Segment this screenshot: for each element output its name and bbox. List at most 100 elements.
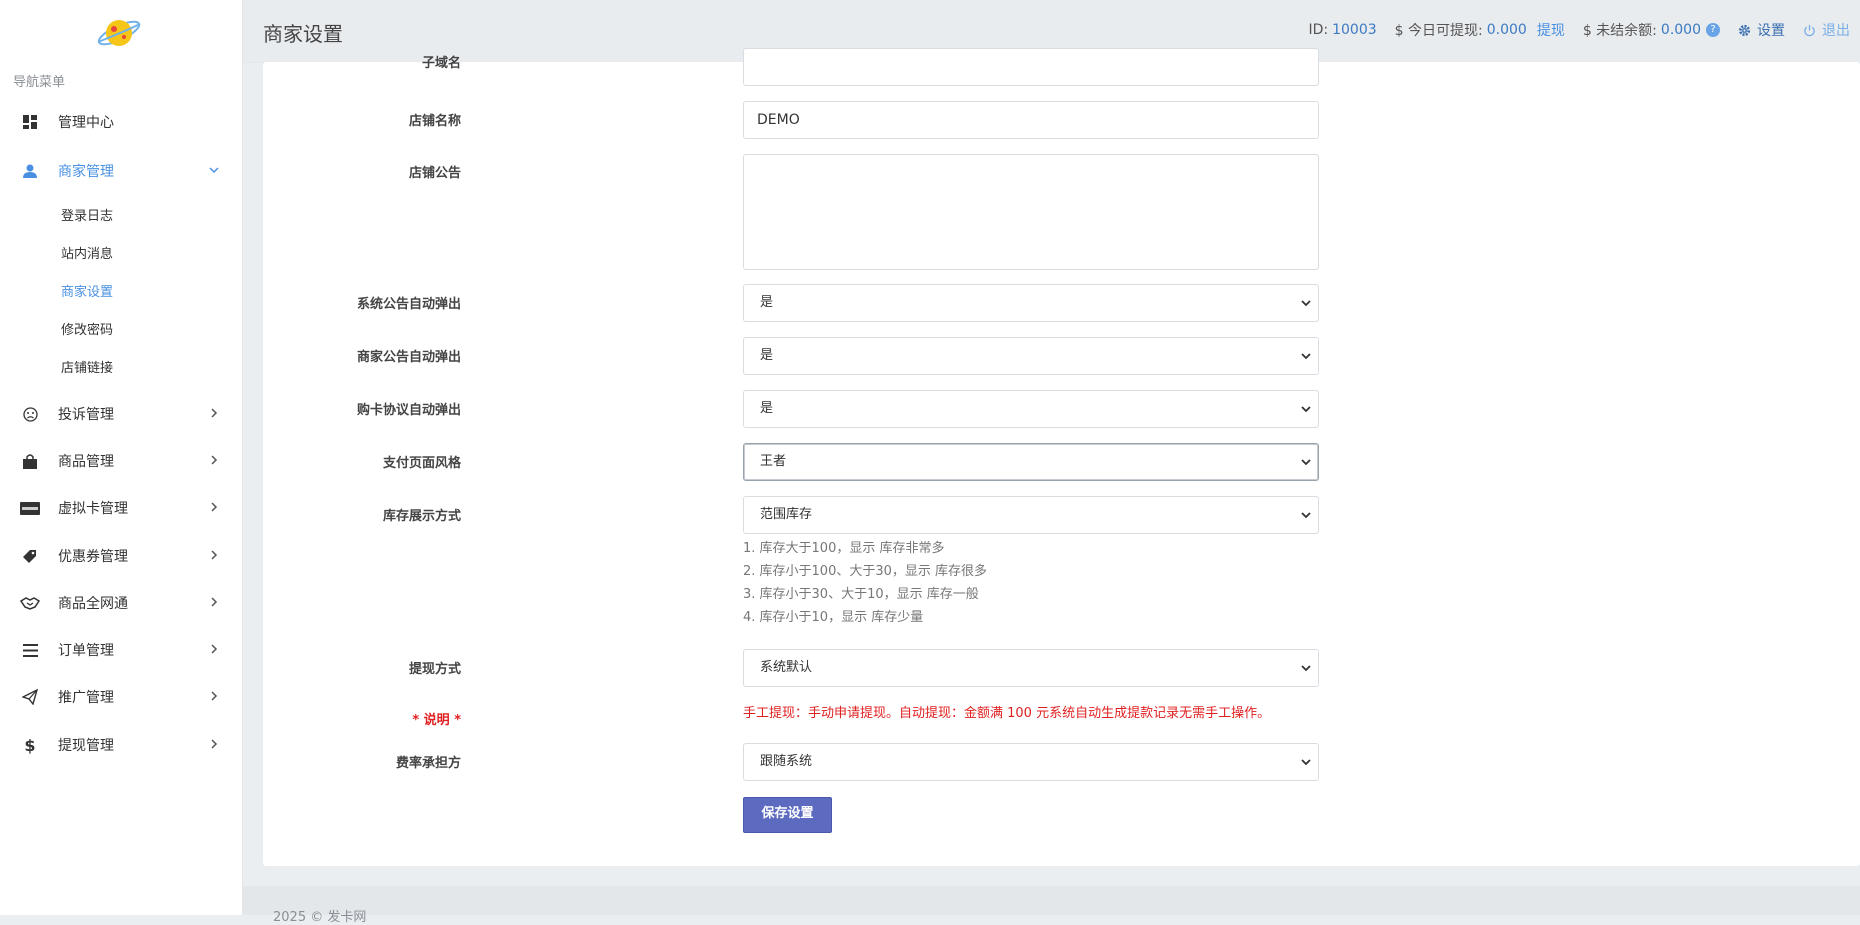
- sidebar-item-withdrawals[interactable]: $ 提现管理: [0, 725, 243, 765]
- unsettled-balance: $ 未结余额: 0.000 ?: [1583, 20, 1720, 40]
- id-value: 10003: [1332, 22, 1377, 38]
- withdraw-method-label: 提现方式: [408, 662, 461, 677]
- merchant-popup-label: 商家公告自动弹出: [356, 350, 461, 365]
- sidebar-item-label: 商家管理: [58, 164, 114, 180]
- unsettled-label: $ 未结余额:: [1582, 23, 1657, 39]
- nav-heading: 导航菜单: [13, 75, 66, 90]
- sidebar-item-promotion[interactable]: 推广管理: [0, 677, 243, 717]
- merchant-id: ID: 10003: [1308, 22, 1376, 38]
- agreement-popup-select[interactable]: 是: [743, 390, 1319, 428]
- logout-link[interactable]: 退出: [1803, 20, 1850, 40]
- list-icon: [20, 640, 40, 660]
- chevron-down-icon: [1301, 353, 1311, 360]
- subnav-merchant-settings[interactable]: 商家设置: [61, 281, 113, 305]
- pay-style-label: 支付页面风格: [382, 456, 461, 471]
- chevron-right-icon: [211, 502, 218, 512]
- pay-style-value: 王者: [760, 454, 787, 469]
- withdrawable-label: $ 今日可提现:: [1394, 23, 1483, 39]
- stock-display-select[interactable]: 范围库存: [743, 496, 1319, 534]
- sidebar-item-products[interactable]: 商品管理: [0, 441, 243, 481]
- account-summary: ID: 10003 $ 今日可提现: 0.000 提现 $ 未结余额: 0.00…: [1290, 20, 1850, 40]
- chevron-right-icon: [211, 408, 218, 418]
- settings-label: 设置: [1757, 23, 1785, 39]
- chevron-right-icon: [211, 597, 218, 607]
- sidebar-item-label: 管理中心: [58, 115, 114, 131]
- help-icon[interactable]: ?: [1706, 23, 1720, 37]
- logout-label: 退出: [1822, 23, 1850, 39]
- footer: [243, 886, 1860, 915]
- sidebar-item-orders[interactable]: 订单管理: [0, 630, 243, 670]
- agreement-popup-value: 是: [760, 401, 774, 416]
- chevron-right-icon: [211, 739, 218, 749]
- gear-icon: [1738, 24, 1751, 36]
- stock-display-label: 库存展示方式: [382, 509, 461, 524]
- subdomain-input[interactable]: [743, 48, 1319, 86]
- tag-icon: [20, 546, 40, 566]
- chevron-down-icon: [209, 167, 219, 174]
- sys-popup-select[interactable]: 是: [743, 284, 1319, 322]
- subnav-change-password[interactable]: 修改密码: [61, 319, 113, 343]
- withdraw-method-value: 系统默认: [760, 660, 813, 675]
- note-label: * 说明 *: [412, 713, 461, 728]
- planet-logo-icon[interactable]: [95, 12, 143, 52]
- frown-icon: [20, 404, 40, 424]
- sidebar-item-coupons[interactable]: 优惠券管理: [0, 536, 243, 576]
- card-icon: [20, 498, 40, 518]
- sidebar: 导航菜单 管理中心 商家管理 登录日志 站内消息 商家设置 修改密码 店铺链接 …: [0, 0, 243, 915]
- sidebar-item-label: 商品全网通: [58, 596, 128, 612]
- sidebar-item-label: 投诉管理: [58, 407, 114, 423]
- chevron-down-icon: [1301, 406, 1311, 413]
- withdraw-link[interactable]: 提现: [1537, 20, 1565, 40]
- subnav-messages[interactable]: 站内消息: [61, 243, 113, 267]
- sys-popup-label: 系统公告自动弹出: [356, 297, 461, 312]
- withdrawable-value: 0.000: [1486, 22, 1527, 38]
- fee-bearer-select[interactable]: 跟随系统: [743, 743, 1319, 781]
- chevron-right-icon: [211, 455, 218, 465]
- save-settings-button[interactable]: 保存设置: [743, 797, 832, 833]
- merchant-popup-value: 是: [760, 348, 774, 363]
- stock-hint: 4. 库存小于10，显示 库存少量: [743, 610, 924, 625]
- subdomain-label: 子域名: [421, 56, 461, 71]
- sidebar-item-network[interactable]: 商品全网通: [0, 583, 243, 623]
- merchant-popup-select[interactable]: 是: [743, 337, 1319, 375]
- settings-panel: 子域名 店铺名称 DEMO 店铺公告 系统公告自动弹出 是 商家公告自动弹出 是…: [263, 48, 1860, 866]
- chevron-down-icon: [1301, 665, 1311, 672]
- shop-name-label: 店铺名称: [408, 114, 461, 129]
- user-icon: [20, 161, 40, 181]
- chevron-right-icon: [211, 550, 218, 560]
- stock-display-value: 范围库存: [760, 507, 813, 522]
- dollar-icon: $: [24, 735, 36, 755]
- withdraw-method-select[interactable]: 系统默认: [743, 649, 1319, 687]
- power-icon: [1804, 24, 1815, 36]
- sidebar-item-label: 商品管理: [58, 454, 114, 470]
- sidebar-item-dashboard[interactable]: 管理中心: [0, 102, 243, 142]
- settings-link[interactable]: 设置: [1738, 20, 1785, 40]
- shopping-bag-icon: [20, 451, 40, 471]
- chevron-down-icon: [1301, 459, 1311, 466]
- subnav-shop-link[interactable]: 店铺链接: [61, 357, 113, 381]
- agreement-popup-label: 购卡协议自动弹出: [356, 403, 461, 418]
- withdrawable-balance: $ 今日可提现: 0.000 提现: [1395, 20, 1565, 40]
- chevron-down-icon: [1301, 759, 1311, 766]
- fee-bearer-value: 跟随系统: [760, 754, 813, 769]
- stock-hint: 1. 库存大于100，显示 库存非常多: [743, 541, 945, 556]
- pay-style-select[interactable]: 王者: [743, 443, 1319, 481]
- chevron-down-icon: [1301, 300, 1311, 307]
- sidebar-item-label: 推广管理: [58, 690, 114, 706]
- sidebar-item-label: 订单管理: [58, 643, 114, 659]
- sys-popup-value: 是: [760, 295, 774, 310]
- stock-hint: 2. 库存小于100、大于30，显示 库存很多: [743, 564, 988, 579]
- sidebar-item-virtual-cards[interactable]: 虚拟卡管理: [0, 488, 243, 528]
- chevron-right-icon: [211, 644, 218, 654]
- sidebar-item-merchant[interactable]: 商家管理: [0, 151, 243, 191]
- sidebar-item-label: 虚拟卡管理: [58, 501, 128, 517]
- shop-name-input[interactable]: DEMO: [743, 101, 1319, 139]
- footer-copyright: 2025 © 发卡网: [273, 910, 367, 925]
- subnav-login-log[interactable]: 登录日志: [61, 205, 113, 229]
- withdraw-note: 手工提现：手动申请提现。自动提现：金额满 100 元系统自动生成提款记录无需手工…: [743, 706, 1271, 721]
- unsettled-value: 0.000: [1660, 22, 1701, 38]
- sidebar-item-complaints[interactable]: 投诉管理: [0, 394, 243, 434]
- shop-notice-textarea[interactable]: [743, 154, 1319, 270]
- paper-plane-icon: [20, 687, 40, 707]
- handshake-icon: [20, 593, 40, 613]
